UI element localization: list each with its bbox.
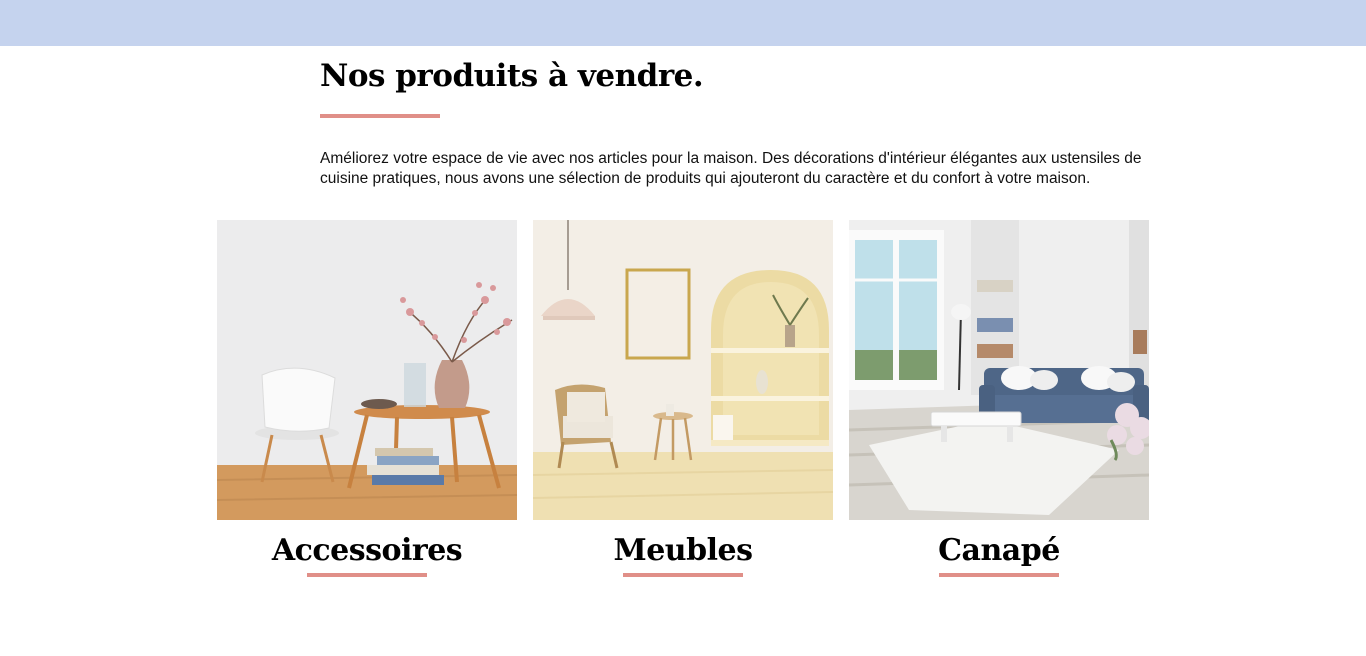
category-underline [939, 573, 1059, 577]
section-description: Améliorez votre espace de vie avec nos a… [320, 150, 1142, 187]
category-underline [307, 573, 427, 577]
section-title: Nos produits à vendre. [320, 58, 704, 94]
title-underline [320, 114, 440, 118]
category-label-canape[interactable]: Canapé [849, 531, 1149, 571]
canape-photo[interactable] [849, 220, 1149, 520]
category-card-meubles[interactable]: Meubles [533, 220, 833, 577]
category-label-accessoires[interactable]: Accessoires [217, 531, 517, 571]
accessoires-photo[interactable] [217, 220, 517, 520]
category-underline [623, 573, 743, 577]
meubles-photo[interactable] [533, 220, 833, 520]
header-bar [0, 0, 1366, 46]
category-label-meubles[interactable]: Meubles [533, 531, 833, 571]
category-card-canape[interactable]: Canapé [849, 220, 1149, 577]
category-card-accessoires[interactable]: Accessoires [217, 220, 517, 577]
